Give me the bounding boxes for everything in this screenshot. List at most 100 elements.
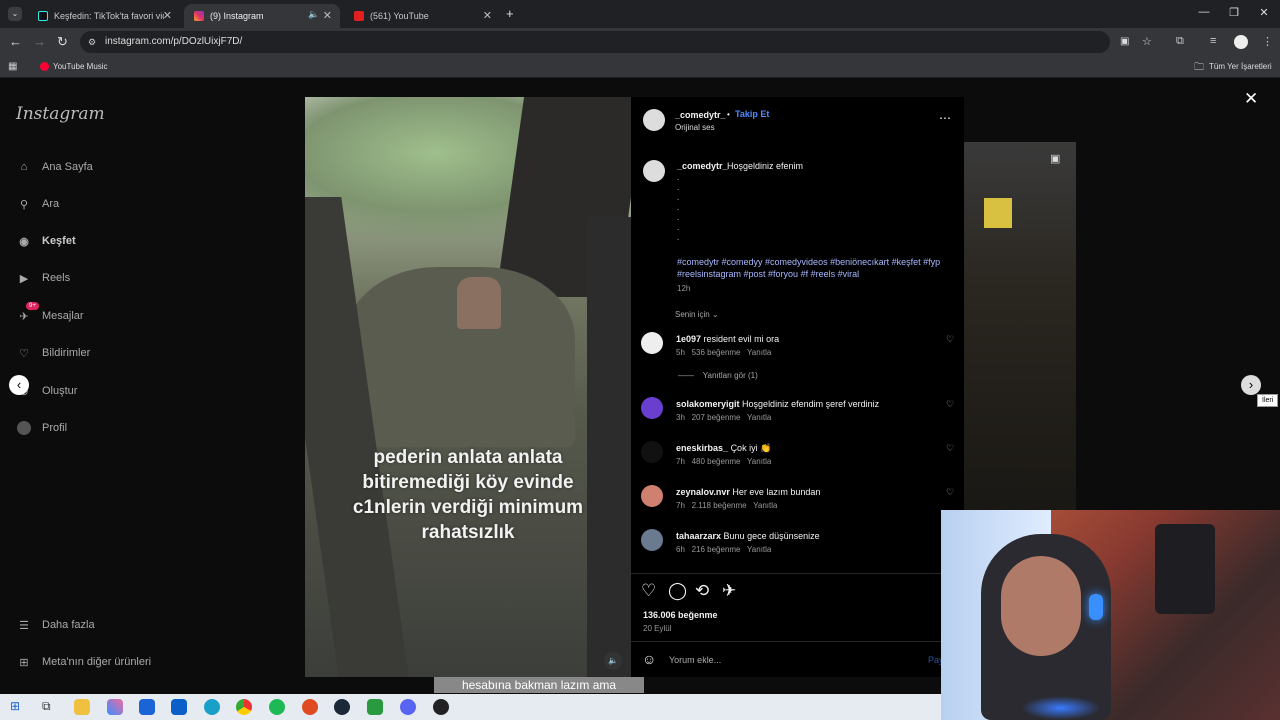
avatar[interactable]: [641, 332, 663, 354]
next-post-button[interactable]: ›: [1241, 375, 1261, 395]
restore-icon[interactable]: ❐: [1224, 6, 1244, 19]
brave-icon[interactable]: [302, 699, 318, 715]
caption-hashtags[interactable]: #comedytr #comedyy #comedyvideos #beniön…: [677, 256, 957, 280]
reply-button[interactable]: Yanıtla: [747, 413, 771, 422]
new-tab-icon[interactable]: +: [506, 6, 514, 21]
close-tab-icon[interactable]: ✕: [483, 9, 492, 22]
like-comment-icon[interactable]: ♡: [946, 443, 954, 454]
avatar[interactable]: [641, 441, 663, 463]
comment-sort[interactable]: Senin için ⌄: [675, 310, 719, 319]
mute-button[interactable]: 🔈: [604, 652, 622, 670]
view-replies-button[interactable]: —— Yanıtları gör (1): [678, 371, 758, 380]
nav-reels[interactable]: ▶ Reels: [16, 268, 70, 288]
close-tab-icon[interactable]: ✕: [323, 9, 332, 22]
like-icon[interactable]: ♡: [641, 581, 656, 601]
close-window-icon[interactable]: ✕: [1254, 6, 1274, 19]
next-tooltip: İleri: [1257, 394, 1279, 407]
follow-button[interactable]: Takip Et: [735, 109, 769, 119]
reply-button[interactable]: Yanıtla: [753, 501, 777, 510]
like-count[interactable]: 136.006 beğenme: [643, 610, 718, 620]
edge-icon[interactable]: [204, 699, 220, 715]
bookmark-star-icon[interactable]: ☆: [1142, 31, 1152, 53]
nav-notifications[interactable]: ♡ Bildirimler: [16, 343, 90, 363]
comment-user[interactable]: eneskirbas_: [676, 443, 728, 453]
extensions-icon[interactable]: ⧉: [1176, 35, 1184, 48]
comment-likes[interactable]: 480 beğenme: [692, 457, 741, 466]
comment-user[interactable]: solakomeryigit: [676, 399, 740, 409]
copilot-icon[interactable]: [107, 699, 123, 715]
instagram-icon: [194, 11, 204, 21]
comment-text: Her eve lazım bundan: [732, 487, 821, 497]
nav-home[interactable]: ⌂ Ana Sayfa: [16, 157, 93, 177]
comment-likes[interactable]: 2.118 beğenme: [692, 501, 747, 510]
tab-youtube[interactable]: (561) YouTube ✕: [344, 4, 500, 28]
repost-icon[interactable]: ⟲: [695, 581, 709, 601]
share-icon[interactable]: ✈: [722, 581, 736, 601]
close-modal-icon[interactable]: ✕: [1244, 89, 1258, 109]
more-options-icon[interactable]: ⋯: [939, 111, 951, 125]
reply-button[interactable]: Yanıtla: [747, 457, 771, 466]
comment-user[interactable]: 1e097: [676, 334, 701, 344]
nav-search[interactable]: ⚲ Ara: [16, 194, 59, 214]
game-app-icon[interactable]: [367, 699, 383, 715]
audio-label[interactable]: Orijinal ses: [675, 123, 715, 132]
menu-kebab-icon[interactable]: ⋮: [1262, 35, 1273, 48]
tab-tiktok[interactable]: Keşfedin: TikTok'ta favori videol ✕: [28, 4, 180, 28]
spotify-icon[interactable]: [269, 699, 285, 715]
nav-more[interactable]: ☰ Daha fazla: [16, 615, 95, 635]
windows-start-icon[interactable]: ⊞: [10, 699, 20, 713]
like-comment-icon[interactable]: ♡: [946, 399, 954, 410]
avatar[interactable]: [643, 109, 665, 131]
reel-video[interactable]: pederin anlata anlata bitiremediği köy e…: [305, 97, 631, 677]
media-player-icon[interactable]: [433, 699, 449, 715]
instagram-logo[interactable]: Instagram: [16, 104, 105, 124]
comment-likes[interactable]: 207 beğenme: [692, 413, 741, 422]
avatar[interactable]: [641, 529, 663, 551]
back-icon[interactable]: ←: [9, 34, 22, 49]
avatar[interactable]: [1234, 35, 1248, 49]
tab-search-chevron-icon[interactable]: ⌄: [8, 7, 22, 21]
close-tab-icon[interactable]: ✕: [163, 9, 172, 22]
forward-icon[interactable]: →: [33, 34, 46, 49]
discord-icon[interactable]: [400, 699, 416, 715]
chrome-icon[interactable]: [236, 699, 252, 715]
cast-icon[interactable]: ▣: [1120, 31, 1129, 53]
heart-icon: ♡: [19, 347, 29, 360]
task-view-icon[interactable]: ⧉: [42, 699, 51, 714]
comment-likes[interactable]: 536 beğenme: [692, 348, 741, 357]
apps-grid-icon[interactable]: ▦: [8, 61, 17, 72]
reload-icon[interactable]: ↻: [57, 34, 68, 50]
comment-likes[interactable]: 216 beğenme: [692, 545, 741, 554]
file-explorer-icon[interactable]: [74, 699, 90, 715]
store-icon[interactable]: [139, 699, 155, 715]
steam-icon[interactable]: [334, 699, 350, 715]
all-bookmarks[interactable]: Tüm Yer İşaretleri: [1209, 62, 1272, 71]
like-comment-icon[interactable]: ♡: [946, 487, 954, 498]
tab-instagram[interactable]: (9) Instagram 🔈 ✕: [184, 4, 340, 28]
media-icon[interactable]: ≡: [1210, 35, 1216, 47]
post-author[interactable]: _comedytr_: [675, 110, 726, 120]
nav-messages[interactable]: ✈ Mesajlar 9+: [16, 302, 84, 326]
caption-author[interactable]: _comedytr_: [677, 161, 728, 171]
avatar[interactable]: [641, 485, 663, 507]
comment-input[interactable]: Yorum ekle...: [669, 655, 721, 665]
outlook-icon[interactable]: [171, 699, 187, 715]
reply-button[interactable]: Yanıtla: [747, 545, 771, 554]
comment-user[interactable]: zeynalov.nvr: [676, 487, 730, 497]
nav-profile[interactable]: Profil: [16, 418, 67, 438]
comment-icon[interactable]: ◯: [668, 581, 687, 601]
speaker-icon[interactable]: 🔈: [308, 9, 319, 20]
avatar[interactable]: [641, 397, 663, 419]
previous-post-button[interactable]: ‹: [9, 375, 29, 395]
nav-meta[interactable]: ⊞ Meta'nın diğer ürünleri: [16, 652, 151, 672]
bookmark-youtube-music[interactable]: YouTube Music: [53, 62, 108, 71]
address-bar[interactable]: ⚙ instagram.com/p/DOzlUixjF7D/ ▣ ☆: [80, 31, 1152, 53]
emoji-icon[interactable]: ☺: [642, 651, 656, 667]
minimize-icon[interactable]: —: [1194, 6, 1214, 18]
avatar[interactable]: [643, 160, 665, 182]
nav-explore[interactable]: ◉ Keşfet: [16, 231, 75, 251]
comment-user[interactable]: tahaarzarx: [676, 531, 721, 541]
reply-button[interactable]: Yanıtla: [747, 348, 771, 357]
like-comment-icon[interactable]: ♡: [946, 334, 954, 345]
site-info-icon[interactable]: ⚙: [88, 31, 96, 53]
